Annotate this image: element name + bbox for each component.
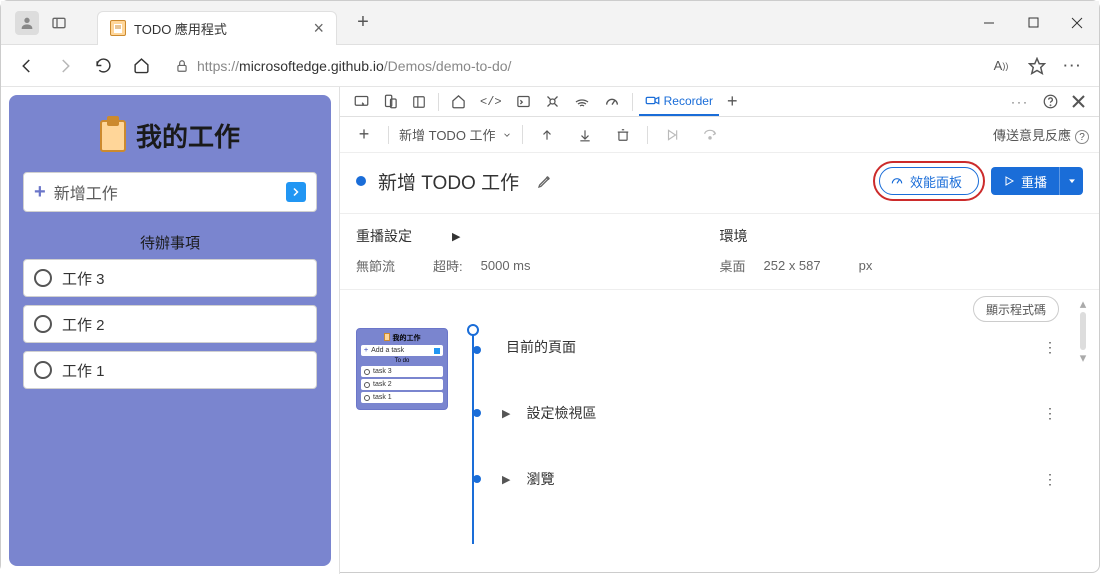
- performance-panel-button[interactable]: 效能面板: [879, 167, 979, 195]
- timeout-value: 5000 ms: [481, 258, 531, 273]
- window-minimize-button[interactable]: [967, 3, 1011, 43]
- timeline-step[interactable]: ▶ 瀏覽 ⋮: [502, 454, 1083, 504]
- import-icon[interactable]: [571, 121, 599, 149]
- lock-icon: [175, 59, 189, 73]
- forward-button: [51, 52, 79, 80]
- app-pane: 我的工作 + 新增工作 待辦事項 工作 3 工作 2 工作 1: [1, 87, 339, 574]
- env-value: 252 x 587: [764, 258, 821, 273]
- devtools-tab-strip: </> Recorder + ···: [340, 87, 1099, 117]
- profile-avatar[interactable]: [15, 11, 39, 35]
- url-field[interactable]: https://microsoftedge.github.io/Demos/de…: [165, 51, 977, 81]
- chevron-down-icon: [502, 130, 512, 140]
- step-menu-icon[interactable]: ⋮: [1043, 405, 1057, 422]
- step-menu-icon[interactable]: ⋮: [1043, 339, 1057, 356]
- recorder-toolbar: + 新增 TODO 工作 傳送意見反應?: [340, 117, 1099, 153]
- inspect-icon[interactable]: [348, 88, 375, 116]
- workspaces-icon[interactable]: [45, 9, 73, 37]
- screenshot-thumbnail: 我的工作 +Add a task To do task 3 task 2 tas…: [356, 328, 448, 504]
- todo-heading: 待辦事項: [23, 232, 317, 253]
- env-heading: 環境: [720, 226, 748, 246]
- throttle-value: 無節流: [356, 256, 395, 275]
- chevron-right-icon[interactable]: ▶: [502, 407, 510, 420]
- continue-icon[interactable]: [658, 121, 686, 149]
- env-unit: px: [859, 258, 873, 273]
- step-icon[interactable]: [696, 121, 724, 149]
- performance-tab-icon[interactable]: [598, 88, 626, 116]
- browser-menu-icon[interactable]: ···: [1059, 52, 1087, 80]
- task-item[interactable]: 工作 1: [23, 351, 317, 389]
- checkbox-icon[interactable]: [34, 269, 52, 287]
- checkbox-icon[interactable]: [34, 315, 52, 333]
- chevron-right-icon[interactable]: ▶: [502, 473, 510, 486]
- app-logo-icon: [100, 120, 126, 152]
- recording-body: 顯示程式碼 ▴▾ 我的工作 +Add a task To do task 3 t…: [340, 290, 1099, 574]
- devtools-more-icon[interactable]: ···: [1005, 88, 1035, 116]
- step-menu-icon[interactable]: ⋮: [1043, 471, 1057, 488]
- new-recording-icon[interactable]: +: [350, 121, 378, 149]
- devtools-pane: </> Recorder + ··· + 新增 TODO 工作: [339, 87, 1099, 574]
- help-icon[interactable]: [1037, 88, 1064, 116]
- recorder-tab[interactable]: Recorder: [639, 88, 719, 116]
- replay-options-button[interactable]: [1059, 167, 1083, 195]
- env-label: 桌面: [720, 256, 746, 275]
- window-close-button[interactable]: [1055, 3, 1099, 43]
- expand-icon[interactable]: ▶: [452, 230, 460, 243]
- back-button[interactable]: [13, 52, 41, 80]
- welcome-tab-icon[interactable]: [445, 88, 472, 116]
- home-button[interactable]: [127, 52, 155, 80]
- device-icon[interactable]: [377, 88, 404, 116]
- new-tab-button[interactable]: +: [349, 9, 377, 37]
- add-task-input[interactable]: + 新增工作: [23, 172, 317, 212]
- timeout-label: 超時:: [433, 256, 463, 275]
- export-icon[interactable]: [533, 121, 561, 149]
- recording-indicator-icon: [356, 176, 366, 186]
- console-tab-icon[interactable]: [510, 88, 537, 116]
- plus-icon: +: [34, 181, 46, 204]
- recording-select[interactable]: 新增 TODO 工作: [399, 125, 523, 144]
- sources-tab-icon[interactable]: [539, 88, 566, 116]
- task-item[interactable]: 工作 2: [23, 305, 317, 343]
- feedback-link[interactable]: 傳送意見反應?: [993, 125, 1089, 144]
- window-titlebar: TODO 應用程式 × +: [1, 1, 1099, 45]
- play-icon: [1003, 175, 1015, 187]
- read-aloud-icon[interactable]: A)): [987, 52, 1015, 80]
- tab-favicon: [110, 20, 126, 36]
- settings-heading: 重播設定: [356, 226, 412, 246]
- add-task-label: 新增工作: [54, 180, 118, 204]
- show-code-button[interactable]: 顯示程式碼: [973, 296, 1059, 322]
- favorite-icon[interactable]: [1023, 52, 1051, 80]
- devtools-close-icon[interactable]: [1066, 88, 1091, 116]
- refresh-button[interactable]: [89, 52, 117, 80]
- network-tab-icon[interactable]: [568, 88, 596, 116]
- submit-icon[interactable]: [286, 182, 306, 202]
- gauge-icon: [890, 174, 904, 188]
- replay-settings: 重播設定 ▶ 無節流 超時: 5000 ms 環境 桌面 252 x 587 p…: [340, 214, 1099, 290]
- activity-bar-icon[interactable]: [406, 88, 432, 116]
- checkbox-icon[interactable]: [34, 361, 52, 379]
- browser-tab[interactable]: TODO 應用程式 ×: [97, 11, 337, 45]
- window-maximize-button[interactable]: [1011, 3, 1055, 43]
- recording-title: 新增 TODO 工作: [378, 168, 519, 195]
- more-tabs-icon[interactable]: +: [721, 88, 744, 116]
- delete-icon[interactable]: [609, 121, 637, 149]
- tab-close-icon[interactable]: ×: [313, 18, 324, 39]
- app-title: 我的工作: [136, 117, 240, 154]
- address-bar: https://microsoftedge.github.io/Demos/de…: [1, 45, 1099, 87]
- tab-title: TODO 應用程式: [134, 19, 227, 38]
- replay-button[interactable]: 重播: [991, 167, 1059, 195]
- recorder-icon: [645, 93, 660, 108]
- edit-title-icon[interactable]: [531, 167, 559, 195]
- elements-tab-icon[interactable]: </>: [474, 88, 508, 116]
- task-item[interactable]: 工作 3: [23, 259, 317, 297]
- timeline-step[interactable]: 目前的頁面 ⋮: [502, 322, 1083, 372]
- timeline-step[interactable]: ▶ 設定檢視區 ⋮: [502, 388, 1083, 438]
- recording-header: 新增 TODO 工作 效能面板 重播: [340, 153, 1099, 214]
